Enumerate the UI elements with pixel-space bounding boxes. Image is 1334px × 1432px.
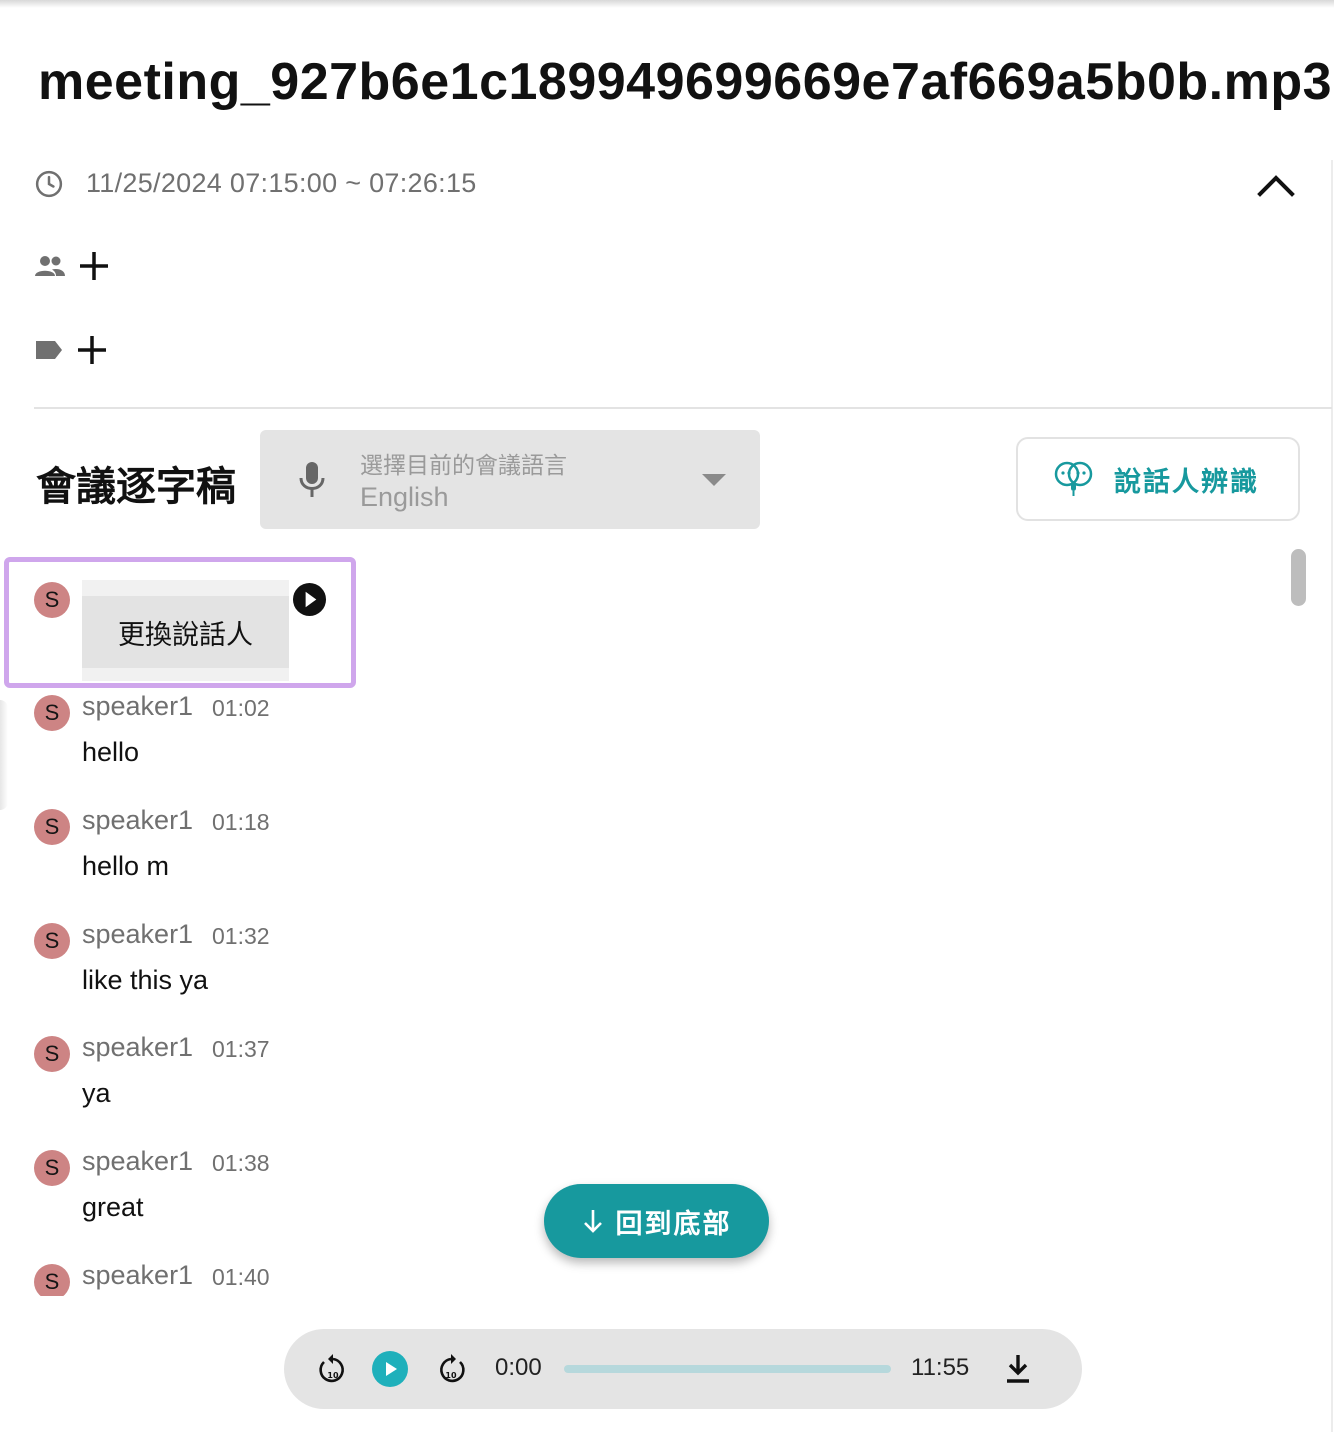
avatar[interactable]: S [34,809,70,845]
play-button[interactable] [372,1351,408,1387]
tags-row [34,332,110,368]
chevron-down-icon [702,474,726,486]
chevron-up-icon[interactable] [1252,164,1300,208]
microphone-icon [299,462,325,497]
entry-text[interactable]: hello [82,737,139,768]
entry-timestamp[interactable]: 01:32 [212,923,270,950]
avatar[interactable]: S [34,695,70,731]
speaker-name[interactable]: speaker1 [82,1146,193,1177]
entry-timestamp[interactable]: 01:37 [212,1036,270,1063]
total-duration: 11:55 [911,1354,970,1381]
audio-player: 10 10 0:00 11:55 [284,1329,1082,1409]
add-participant-button[interactable] [76,248,112,284]
speaker-name[interactable]: speaker1 [82,919,193,950]
svg-text:10: 10 [327,1371,339,1380]
change-speaker-menu-item[interactable]: 更換說話人 [82,596,289,668]
entry-text[interactable]: hello m [82,851,169,882]
entry-text[interactable]: ya [82,1078,111,1109]
language-select[interactable]: 選擇目前的會議語言 English [260,430,760,529]
left-edge-shadow [0,700,8,810]
back-to-bottom-label: 回到底部 [615,1208,732,1239]
speaker-identify-label: 說話人辨識 [1114,466,1259,497]
entry-timestamp[interactable]: 01:02 [212,695,270,722]
file-title: meeting_927b6e1c189949699669e7af669a5b0b… [38,53,1333,111]
divider [34,407,1332,409]
language-select-value: English [360,482,449,512]
speaker-name[interactable]: speaker1 [82,691,193,722]
forward-10-icon[interactable]: 10 [436,1353,466,1387]
transcript-title: 會議逐字稿 [36,465,236,509]
avatar[interactable]: S [34,582,70,618]
speaker-name[interactable]: speaker1 [82,1032,193,1063]
speaker-name[interactable]: speaker1 [82,805,193,836]
avatar[interactable]: S [34,1150,70,1186]
add-tag-button[interactable] [74,332,110,368]
entry-text[interactable]: great [82,1192,144,1223]
avatar[interactable]: S [34,1036,70,1072]
tag-icon [36,341,62,359]
transcript-scroll-clip: S speaker1 01:40 [0,1264,1334,1296]
current-time: 0:00 [495,1354,542,1381]
clock-icon [35,170,63,197]
speaker-identify-icon [1054,461,1093,496]
participants-row [34,248,112,284]
progress-bar[interactable] [564,1365,891,1373]
entry-timestamp[interactable]: 01:38 [212,1150,270,1177]
meeting-time-range: 11/25/2024 07:15:00 ~ 07:26:15 [86,168,477,198]
play-icon[interactable] [292,582,327,617]
panel-border [1331,160,1333,1432]
back-to-bottom-button[interactable]: 回到底部 [544,1184,769,1258]
speaker-identify-button[interactable]: 說話人辨識 [1016,437,1300,521]
meeting-time-row: 11/25/2024 07:15:00 ~ 07:26:15 [34,168,477,199]
language-select-label: 選擇目前的會議語言 [360,452,567,478]
scrollbar-thumb[interactable] [1291,549,1306,606]
entry-timestamp[interactable]: 01:40 [212,1264,270,1291]
top-shadow [0,0,1334,8]
people-icon [35,256,65,276]
entry-timestamp[interactable]: 01:18 [212,809,270,836]
avatar[interactable]: S [34,923,70,959]
entry-text[interactable]: like this ya [82,965,208,996]
avatar[interactable]: S [34,1264,70,1296]
speaker-name[interactable]: speaker1 [82,1264,193,1291]
replay-10-icon[interactable]: 10 [318,1353,348,1387]
svg-text:10: 10 [445,1371,457,1380]
arrow-down-icon [583,1210,602,1233]
download-icon[interactable] [1004,1353,1032,1385]
